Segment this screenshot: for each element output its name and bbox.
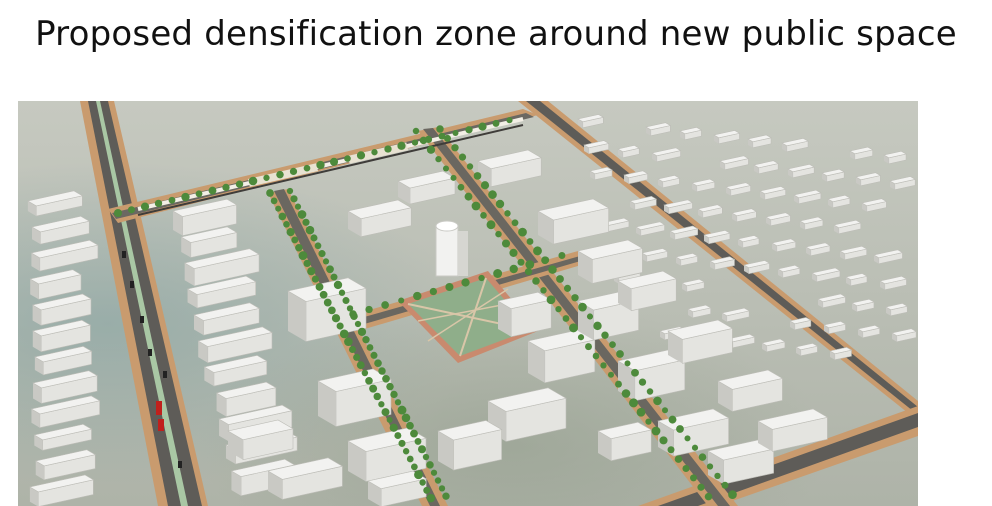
- slide-title: Proposed densification zone around new p…: [35, 14, 957, 54]
- aerial-rendering: [18, 101, 918, 506]
